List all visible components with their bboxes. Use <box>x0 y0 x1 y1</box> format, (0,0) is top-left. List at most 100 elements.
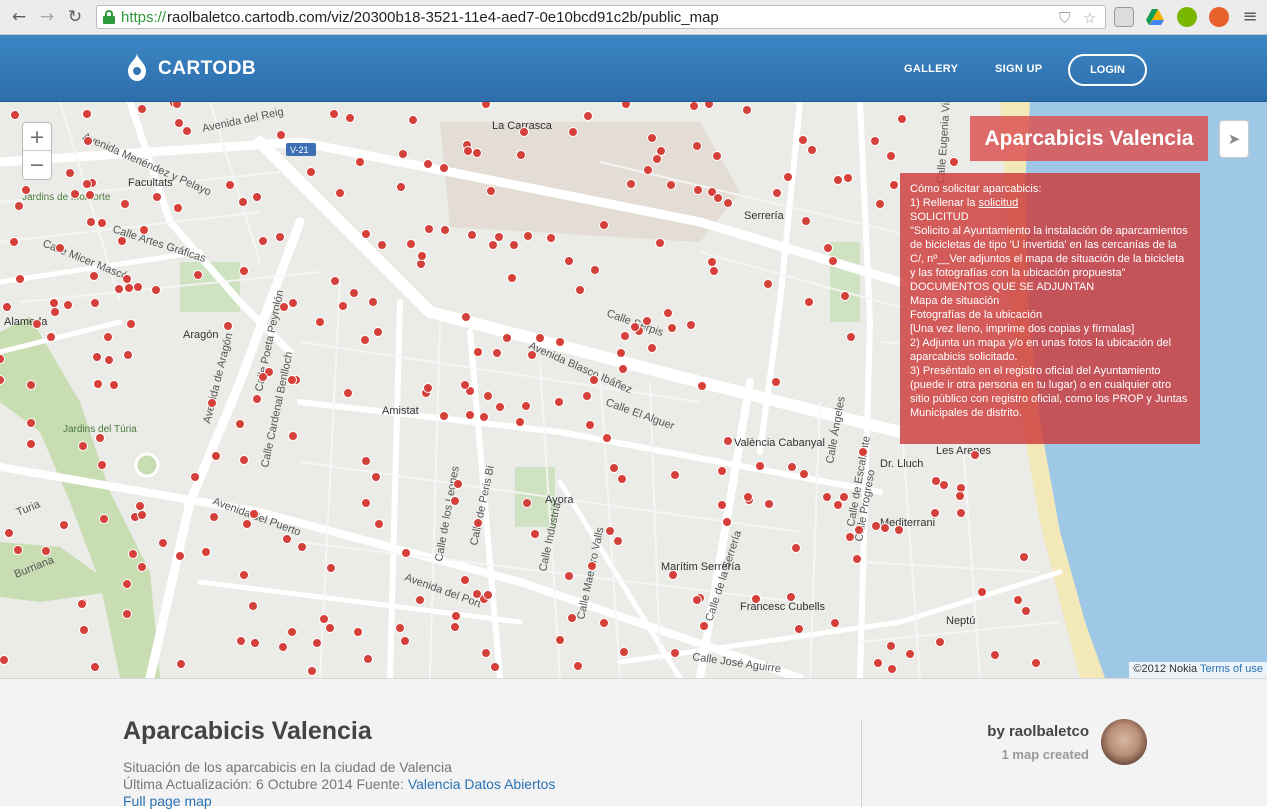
bike-parking-marker[interactable] <box>440 225 450 235</box>
bike-parking-marker[interactable] <box>828 256 838 266</box>
bike-parking-marker[interactable] <box>886 641 896 651</box>
bike-parking-marker[interactable] <box>619 647 629 657</box>
bike-parking-marker[interactable] <box>567 613 577 623</box>
bike-parking-marker[interactable] <box>486 186 496 196</box>
bike-parking-marker[interactable] <box>1031 658 1041 668</box>
bike-parking-marker[interactable] <box>1013 595 1023 605</box>
bike-parking-marker[interactable] <box>306 167 316 177</box>
bike-parking-marker[interactable] <box>573 661 583 671</box>
bike-parking-marker[interactable] <box>122 274 132 284</box>
bike-parking-marker[interactable] <box>546 233 556 243</box>
bike-parking-marker[interactable] <box>248 601 258 611</box>
bike-parking-marker[interactable] <box>400 636 410 646</box>
bike-parking-marker[interactable] <box>207 398 217 408</box>
bike-parking-marker[interactable] <box>712 151 722 161</box>
bike-parking-marker[interactable] <box>137 104 147 114</box>
bike-parking-marker[interactable] <box>319 614 329 624</box>
bike-parking-marker[interactable] <box>330 276 340 286</box>
bike-parking-marker[interactable] <box>564 571 574 581</box>
bike-parking-marker[interactable] <box>82 179 92 189</box>
bike-parking-marker[interactable] <box>602 433 612 443</box>
bike-parking-marker[interactable] <box>495 402 505 412</box>
bike-parking-marker[interactable] <box>239 455 249 465</box>
bike-parking-marker[interactable] <box>338 301 348 311</box>
bike-parking-marker[interactable] <box>870 136 880 146</box>
bike-parking-marker[interactable] <box>26 439 36 449</box>
bike-parking-marker[interactable] <box>905 649 915 659</box>
bike-parking-marker[interactable] <box>82 109 92 119</box>
bike-parking-marker[interactable] <box>666 180 676 190</box>
bike-parking-marker[interactable] <box>621 102 631 109</box>
bike-parking-marker[interactable] <box>509 240 519 250</box>
bike-parking-marker[interactable] <box>751 594 761 604</box>
bike-parking-marker[interactable] <box>93 379 103 389</box>
bike-parking-marker[interactable] <box>1019 552 1029 562</box>
bike-parking-marker[interactable] <box>522 498 532 508</box>
cartodb-logo-icon[interactable] <box>124 51 150 83</box>
bike-parking-marker[interactable] <box>667 323 677 333</box>
bike-parking-marker[interactable] <box>589 375 599 385</box>
bike-parking-marker[interactable] <box>55 243 65 253</box>
bike-parking-marker[interactable] <box>668 570 678 580</box>
bike-parking-marker[interactable] <box>70 189 80 199</box>
bike-parking-marker[interactable] <box>472 589 482 599</box>
bike-parking-marker[interactable] <box>99 514 109 524</box>
bike-parking-marker[interactable] <box>109 380 119 390</box>
bike-parking-marker[interactable] <box>0 375 5 385</box>
bike-parking-marker[interactable] <box>278 642 288 652</box>
bike-parking-marker[interactable] <box>287 627 297 637</box>
bike-parking-marker[interactable] <box>479 412 489 422</box>
reload-icon[interactable]: ↻ <box>65 7 85 27</box>
bike-parking-marker[interactable] <box>176 659 186 669</box>
bike-parking-marker[interactable] <box>686 320 696 330</box>
bike-parking-marker[interactable] <box>587 561 597 571</box>
bike-parking-marker[interactable] <box>182 126 192 136</box>
bike-parking-marker[interactable] <box>530 529 540 539</box>
bike-parking-marker[interactable] <box>242 519 252 529</box>
bike-parking-marker[interactable] <box>643 165 653 175</box>
zoom-out-button[interactable]: − <box>23 151 51 179</box>
bike-parking-marker[interactable] <box>90 298 100 308</box>
bike-parking-marker[interactable] <box>297 542 307 552</box>
bike-parking-marker[interactable] <box>21 185 31 195</box>
bike-parking-marker[interactable] <box>772 188 782 198</box>
bike-parking-marker[interactable] <box>252 192 262 202</box>
bike-parking-marker[interactable] <box>423 383 433 393</box>
bike-parking-marker[interactable] <box>935 637 945 647</box>
bike-parking-marker[interactable] <box>472 148 482 158</box>
bike-parking-marker[interactable] <box>854 525 864 535</box>
bike-parking-marker[interactable] <box>723 436 733 446</box>
bike-parking-marker[interactable] <box>439 163 449 173</box>
bike-parking-marker[interactable] <box>26 380 36 390</box>
bike-parking-marker[interactable] <box>13 545 23 555</box>
bike-parking-marker[interactable] <box>804 297 814 307</box>
paper-plane-icon[interactable]: ➤ <box>1219 120 1249 158</box>
bike-parking-marker[interactable] <box>175 551 185 561</box>
bike-parking-marker[interactable] <box>722 517 732 527</box>
bike-parking-marker[interactable] <box>439 411 449 421</box>
bike-parking-marker[interactable] <box>555 337 565 347</box>
bike-parking-marker[interactable] <box>79 625 89 635</box>
bike-parking-marker[interactable] <box>590 265 600 275</box>
bike-parking-marker[interactable] <box>699 621 709 631</box>
author-name[interactable]: by raolbaletco <box>987 723 1089 740</box>
bike-parking-marker[interactable] <box>473 347 483 357</box>
bike-parking-marker[interactable] <box>117 236 127 246</box>
bike-parking-marker[interactable] <box>873 658 883 668</box>
bike-parking-marker[interactable] <box>490 662 500 672</box>
bike-parking-marker[interactable] <box>858 447 868 457</box>
bike-parking-marker[interactable] <box>794 624 804 634</box>
bike-parking-marker[interactable] <box>50 307 60 317</box>
bike-parking-marker[interactable] <box>95 433 105 443</box>
bike-parking-marker[interactable] <box>97 460 107 470</box>
bike-parking-marker[interactable] <box>282 534 292 544</box>
bike-parking-marker[interactable] <box>104 355 114 365</box>
bike-parking-marker[interactable] <box>852 554 862 564</box>
bike-parking-marker[interactable] <box>843 173 853 183</box>
bike-parking-marker[interactable] <box>717 500 727 510</box>
bike-parking-marker[interactable] <box>453 479 463 489</box>
bike-parking-marker[interactable] <box>894 525 904 535</box>
bike-parking-marker[interactable] <box>949 157 959 167</box>
bike-parking-marker[interactable] <box>481 648 491 658</box>
bike-parking-marker[interactable] <box>483 391 493 401</box>
